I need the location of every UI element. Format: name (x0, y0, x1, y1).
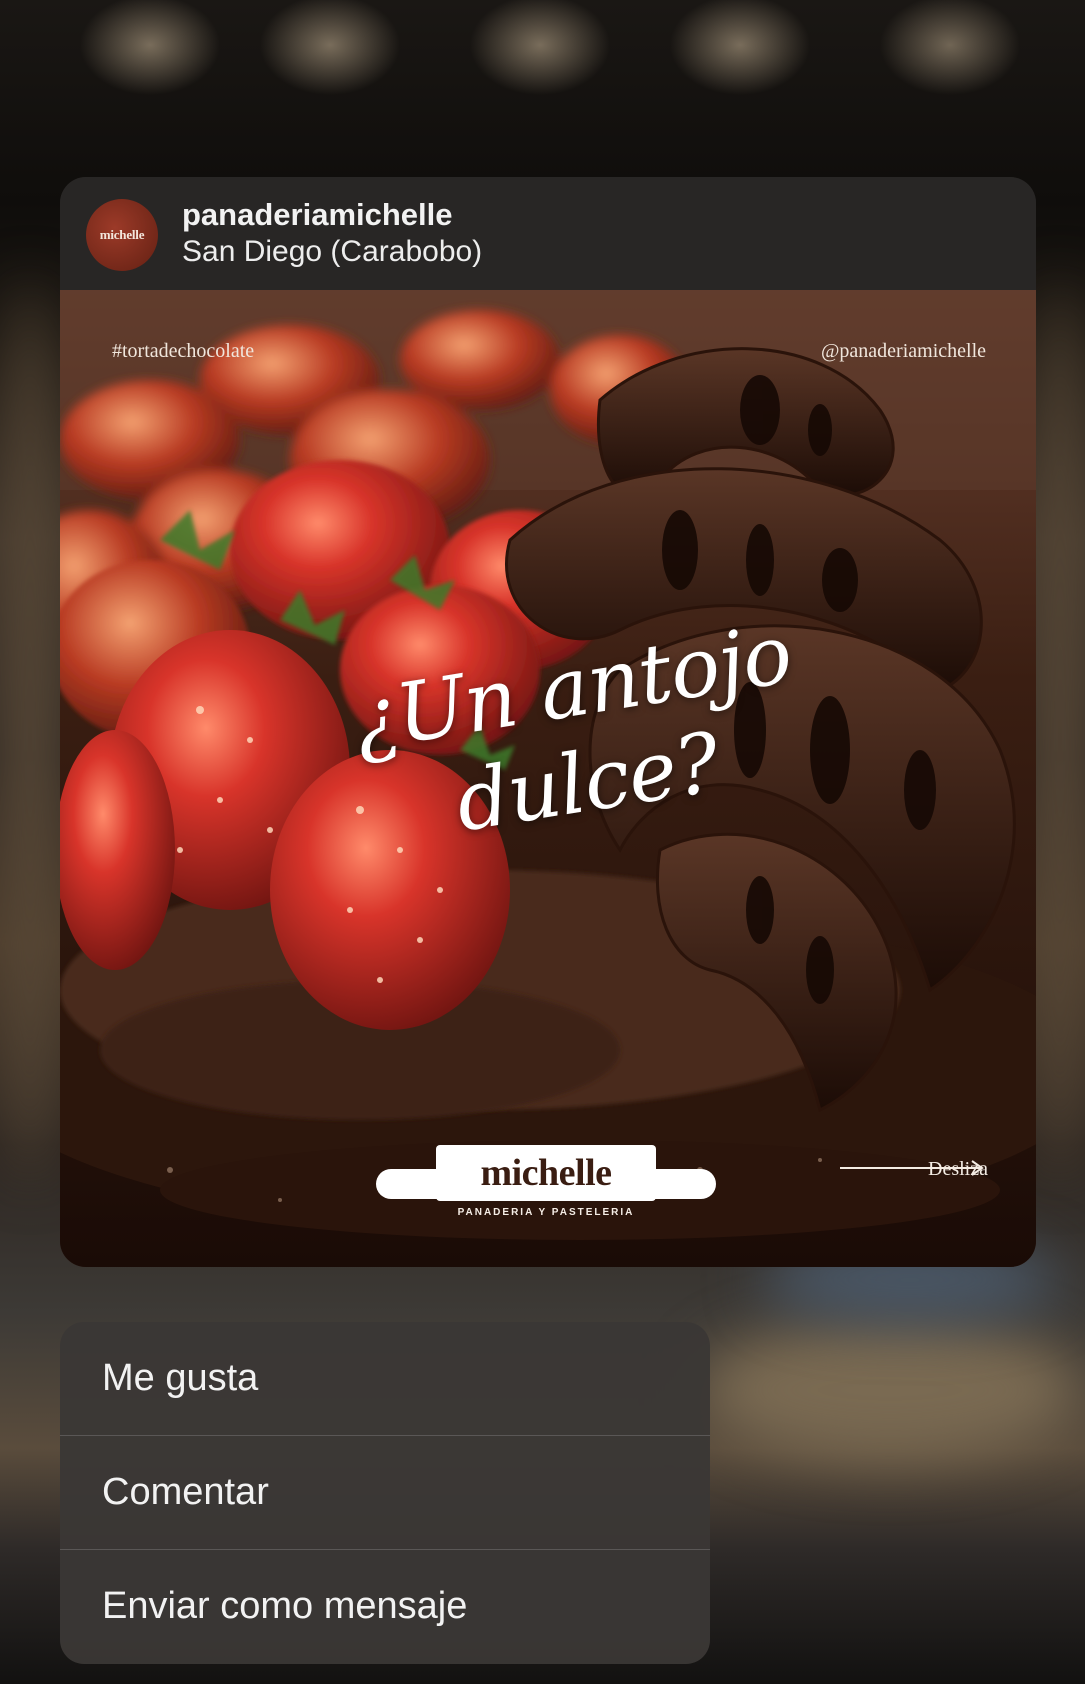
menu-item-send-message[interactable]: Enviar como mensaje (60, 1550, 710, 1663)
post-location[interactable]: San Diego (Carabobo) (182, 235, 482, 269)
logo-subtitle: PANADERIA Y PASTELERIA (457, 1207, 635, 1218)
menu-item-comment[interactable]: Comentar (60, 1436, 710, 1549)
hashtag-text: #tortadechocolate (112, 340, 255, 362)
username[interactable]: panaderiamichelle (182, 197, 453, 233)
handle-text: @panaderiamichelle (821, 340, 986, 362)
context-menu: Me gusta Comentar Enviar como mensaje (60, 1322, 710, 1664)
avatar-logo-text: michelle (99, 227, 145, 242)
menu-item-label: Enviar como mensaje (102, 1585, 468, 1627)
swipe-hint: Desliza (838, 1158, 988, 1181)
screen-background: michelle panaderiamichelle San Diego (Ca… (0, 0, 1085, 1684)
avatar[interactable]: michelle (86, 199, 158, 271)
blurred-background-light (700, 1320, 1080, 1460)
post-image[interactable]: #tortadechocolate @panaderiamichelle ¿Un… (60, 290, 1036, 1267)
post-header: michelle panaderiamichelle San Diego (Ca… (60, 177, 1036, 290)
logo-wordmark: michelle (480, 1152, 612, 1194)
blurred-background-light (0, 280, 60, 1180)
menu-item-label: Me gusta (102, 1357, 259, 1399)
post-preview-card[interactable]: michelle panaderiamichelle San Diego (Ca… (60, 177, 1036, 1267)
michelle-logo: michelle PANADERIA Y PASTELERIA (376, 1145, 716, 1218)
blurred-background-light (1030, 280, 1085, 1180)
menu-item-like[interactable]: Me gusta (60, 1322, 710, 1435)
arrow-right-icon (840, 1160, 984, 1176)
logo-plate: michelle (436, 1145, 656, 1201)
menu-item-label: Comentar (102, 1471, 269, 1513)
